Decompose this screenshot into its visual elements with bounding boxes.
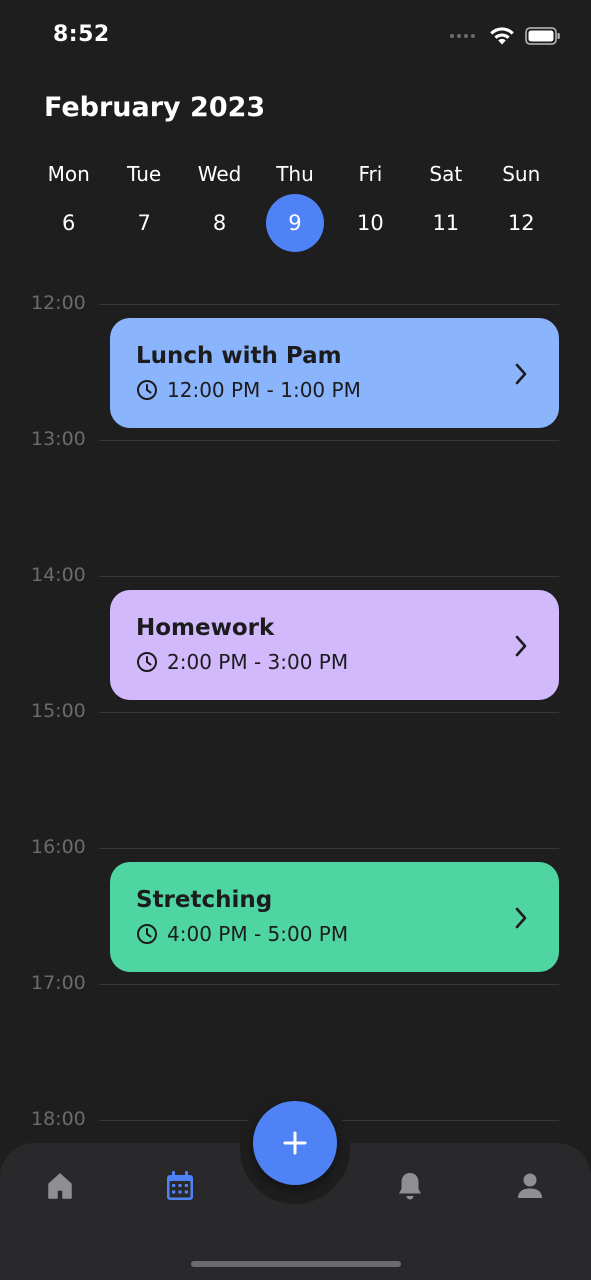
tab-calendar[interactable] — [160, 1168, 200, 1204]
day-name: Sun — [502, 162, 541, 186]
chevron-right-icon — [515, 363, 527, 385]
hour-label: 15:00 — [31, 700, 86, 722]
add-event-button[interactable] — [253, 1101, 337, 1185]
hour-divider — [99, 712, 559, 713]
clock-icon — [137, 652, 157, 672]
day-name: Sat — [429, 162, 463, 186]
day-number: 12 — [507, 211, 535, 235]
day-sun[interactable]: Sun 12 — [484, 160, 559, 252]
event-time: 12:00 PM - 1:00 PM — [167, 378, 361, 402]
event-time-row: 12:00 PM - 1:00 PM — [136, 378, 533, 402]
week-strip: Mon 6 Tue 7 Wed 8 Thu 9 Fri 10 Sat 11 Su… — [31, 160, 559, 252]
day-mon[interactable]: Mon 6 — [31, 160, 106, 252]
hour-divider — [99, 984, 559, 985]
home-indicator — [191, 1261, 401, 1267]
bell-icon — [399, 1173, 421, 1200]
hour-label: 14:00 — [31, 564, 86, 586]
day-thu[interactable]: Thu 9 — [257, 160, 332, 252]
day-name: Mon — [47, 162, 90, 186]
day-name: Fri — [358, 162, 383, 186]
event-card-lunch[interactable]: Lunch with Pam 12:00 PM - 1:00 PM — [110, 318, 559, 428]
day-wed[interactable]: Wed 8 — [182, 160, 257, 252]
event-card-homework[interactable]: Homework 2:00 PM - 3:00 PM — [110, 590, 559, 700]
battery-icon — [525, 27, 560, 45]
hour-divider — [99, 848, 559, 849]
chevron-right-icon — [515, 907, 527, 929]
hour-divider — [99, 576, 559, 577]
calendar-icon — [167, 1171, 193, 1200]
tab-profile[interactable] — [510, 1168, 550, 1204]
event-time-row: 4:00 PM - 5:00 PM — [136, 922, 533, 946]
tab-home[interactable] — [40, 1168, 80, 1204]
wifi-icon — [490, 27, 514, 45]
day-number-selected: 9 — [265, 194, 324, 252]
day-number: 8 — [212, 211, 227, 235]
home-icon — [48, 1173, 72, 1199]
tab-notifications[interactable] — [390, 1168, 430, 1204]
day-tue[interactable]: Tue 7 — [106, 160, 181, 252]
status-icons — [450, 26, 561, 46]
event-title: Lunch with Pam — [136, 343, 342, 369]
day-name: Thu — [276, 162, 314, 186]
event-time-row: 2:00 PM - 3:00 PM — [136, 650, 533, 674]
month-title: February 2023 — [44, 92, 266, 123]
profile-icon — [518, 1173, 542, 1198]
event-title: Stretching — [136, 887, 273, 913]
hour-label: 12:00 — [31, 292, 86, 314]
clock-icon — [137, 380, 157, 400]
event-time: 2:00 PM - 3:00 PM — [167, 650, 349, 674]
hour-label: 18:00 — [31, 1108, 86, 1130]
day-number: 10 — [357, 211, 384, 235]
hour-divider — [99, 440, 559, 441]
day-name: Wed — [197, 162, 242, 186]
day-sat[interactable]: Sat 11 — [408, 160, 483, 252]
event-time: 4:00 PM - 5:00 PM — [167, 922, 349, 946]
day-number: 7 — [137, 211, 151, 235]
day-fri[interactable]: Fri 10 — [333, 160, 408, 252]
event-card-stretching[interactable]: Stretching 4:00 PM - 5:00 PM — [110, 862, 559, 972]
hour-divider — [99, 304, 559, 305]
chevron-right-icon — [515, 635, 527, 657]
day-number: 11 — [432, 211, 460, 235]
day-number: 6 — [62, 211, 76, 235]
hour-label: 17:00 — [31, 972, 86, 994]
status-time: 8:52 — [53, 22, 110, 47]
hour-label: 16:00 — [31, 836, 86, 858]
calendar-screen: 8:52 February 2023 Mon 6 Tue 7 Wed 8 Thu… — [0, 0, 591, 1280]
clock-icon — [137, 924, 157, 944]
plus-icon — [283, 1131, 307, 1155]
day-name: Tue — [127, 162, 162, 186]
signal-icon — [450, 34, 475, 38]
event-title: Homework — [136, 615, 275, 641]
hour-label: 13:00 — [31, 428, 86, 450]
